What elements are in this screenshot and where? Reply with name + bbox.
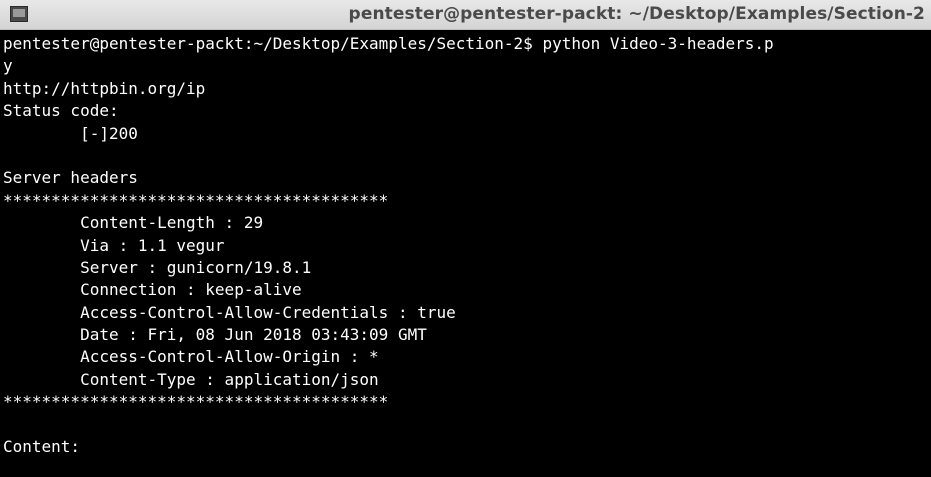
status-code-value-line: [-]200 — [3, 123, 138, 143]
header-connection-line: Connection : keep-alive — [3, 280, 302, 300]
header-via-line: Via : 1.1 vegur — [3, 235, 225, 255]
output-url-line: http://httpbin.org/ip — [3, 78, 206, 98]
terminal-output[interactable]: pentester@pentester-packt:~/Desktop/Exam… — [3, 33, 929, 477]
window-title: pentester@pentester-packt: ~/Desktop/Exa… — [348, 4, 925, 24]
header-acac-line: Access-Control-Allow-Credentials : true — [3, 302, 456, 322]
terminal-window: pentester@pentester-packt: ~/Desktop/Exa… — [0, 0, 931, 477]
header-acao-line: Access-Control-Allow-Origin : * — [3, 347, 379, 367]
header-server-line: Server : gunicorn/19.8.1 — [3, 257, 312, 277]
prompt-command-line: pentester@pentester-packt:~/Desktop/Exam… — [3, 34, 774, 53]
content-label-line: Content: — [3, 437, 81, 457]
separator-line: **************************************** — [3, 190, 389, 210]
header-date-line: Date : Fri, 08 Jun 2018 03:43:09 GMT — [3, 325, 427, 345]
title-bar[interactable]: pentester@pentester-packt: ~/Desktop/Exa… — [0, 0, 931, 30]
header-content-type-line: Content-Type : application/json — [3, 369, 379, 389]
status-code-label-line: Status code: — [3, 101, 119, 121]
command-wrap-line: y — [3, 56, 13, 76]
separator-line: **************************************** — [3, 392, 389, 412]
server-headers-label-line: Server headers — [3, 168, 138, 188]
header-content-length-line: Content-Length : 29 — [3, 213, 264, 233]
